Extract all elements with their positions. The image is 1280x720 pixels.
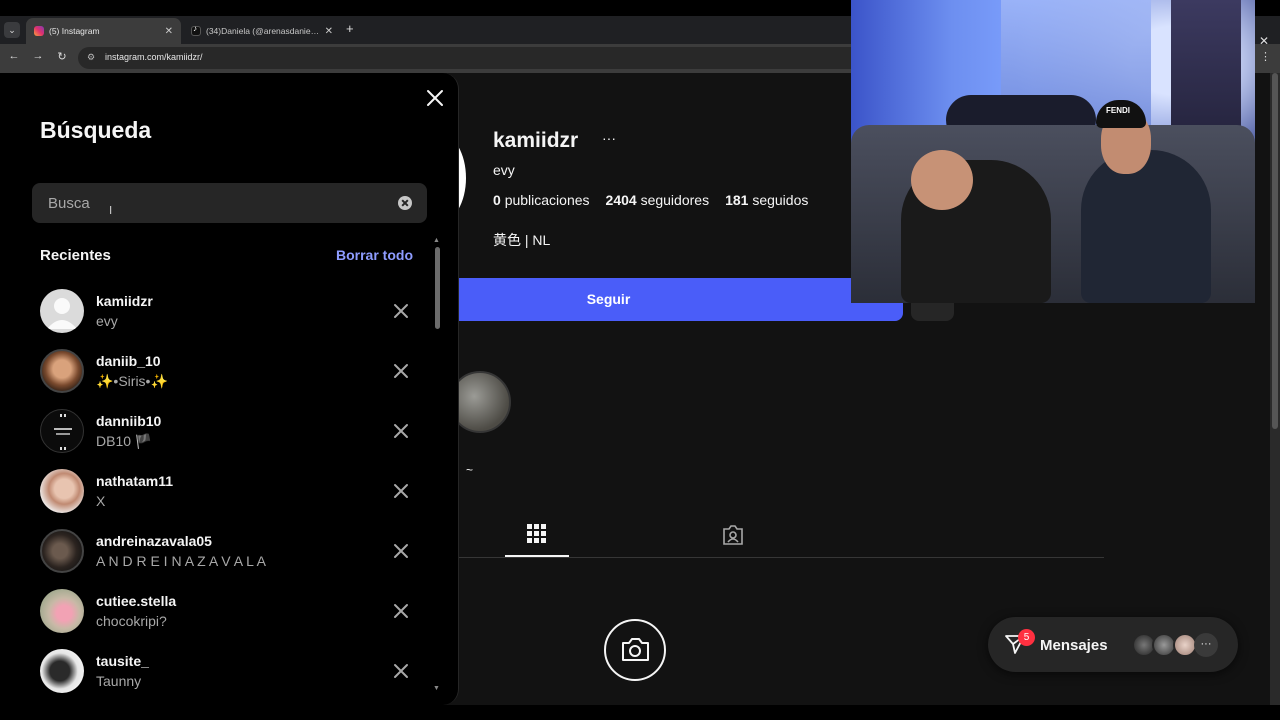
url-text[interactable]: instagram.com/kamiidzr/ [105, 52, 203, 62]
remove-recent-icon[interactable] [393, 543, 409, 559]
recent-subtitle: A N D R E I N A Z A V A L A [96, 553, 266, 569]
more-conversations-icon: ··· [1194, 633, 1218, 657]
recent-item[interactable]: kamiidzr evy [0, 281, 430, 341]
avatar [40, 589, 84, 633]
clear-all-button[interactable]: Borrar todo [336, 247, 413, 263]
posts-stat: 0 publicaciones [493, 192, 590, 208]
forward-arrow-icon[interactable]: → [31, 50, 45, 62]
webcam-person-left-head [911, 150, 973, 210]
recents-scroll-thumb[interactable] [435, 247, 440, 329]
recent-subtitle: Taunny [96, 673, 142, 689]
avatar [40, 529, 84, 573]
text-cursor-icon: I [109, 204, 113, 217]
remove-recent-icon[interactable] [393, 363, 409, 379]
recents-heading: Recientes [40, 247, 111, 264]
recent-subtitle: evy [96, 313, 118, 329]
avatar [40, 469, 84, 513]
profile-username: kamiidzr [493, 129, 579, 152]
tagged-posts-icon[interactable] [722, 524, 744, 546]
following-count: 181 [725, 192, 749, 208]
back-arrow-icon[interactable]: ← [7, 50, 21, 62]
default-user-icon [47, 298, 77, 329]
active-tab-indicator [505, 555, 569, 557]
db10-logo-icon [54, 414, 72, 450]
search-panel-title: Búsqueda [40, 117, 152, 143]
following-stat[interactable]: 181 seguidos [725, 192, 808, 208]
remove-recent-icon[interactable] [393, 483, 409, 499]
remove-recent-icon[interactable] [393, 663, 409, 679]
tab-close-icon[interactable]: ✕ [165, 26, 173, 37]
recent-subtitle: chocokripi? [96, 613, 167, 629]
recent-item[interactable]: andreinazavala05 A N D R E I N A Z A V A… [0, 521, 430, 581]
screen-bottom-bar [0, 705, 1280, 720]
tab-title: (34)Daniela (@arenasdanielab) [206, 26, 321, 36]
profile-stats: 0 publicaciones 2404 seguidores 181 segu… [493, 192, 824, 208]
instagram-favicon-icon [34, 26, 44, 36]
search-input[interactable] [32, 183, 427, 223]
search-panel: Búsqueda I Recientes Borrar todo kamiidz… [0, 73, 459, 705]
remove-recent-icon[interactable] [393, 303, 409, 319]
tab-close-icon[interactable]: ✕ [325, 26, 333, 37]
messages-label: Mensajes [1040, 637, 1108, 654]
recent-item[interactable]: nathatam11 X [0, 461, 430, 521]
recent-item[interactable]: daniib_10 ✨•Siris•✨ [0, 341, 430, 401]
close-icon[interactable] [426, 89, 444, 107]
recents-scrollbar[interactable]: ▲ ▼ [433, 237, 441, 695]
messages-pill[interactable]: 5 Mensajes ··· [988, 617, 1238, 672]
site-info-icon[interactable]: ⚙ [87, 52, 98, 63]
unread-messages-badge: 5 [1018, 629, 1035, 646]
profile-full-name: evy [493, 162, 515, 178]
recent-username: danniib10 [96, 413, 162, 429]
highlight-label: ~ [466, 463, 474, 477]
avatar [40, 349, 84, 393]
address-bar[interactable]: ⚙ instagram.com/kamiidzr/ [78, 47, 878, 69]
scroll-up-icon[interactable]: ▲ [433, 237, 440, 244]
recent-username: kamiidzr [96, 293, 153, 309]
recent-subtitle: X [96, 493, 106, 509]
followers-stat[interactable]: 2404 seguidores [606, 192, 710, 208]
browser-menu-icon[interactable]: ⋮ [1260, 50, 1271, 63]
no-posts-camera [604, 619, 666, 681]
tab-tiktok[interactable]: (34)Daniela (@arenasdanielab) ✕ [183, 18, 341, 44]
camera-icon [622, 638, 649, 661]
page-scrollbar[interactable] [1270, 73, 1280, 705]
recent-item[interactable]: tausite_ Taunny [0, 641, 430, 701]
avatar [40, 409, 84, 453]
followers-count: 2404 [605, 192, 637, 208]
new-tab-plus-icon[interactable]: + [346, 21, 354, 36]
remove-recent-icon[interactable] [393, 423, 409, 439]
tab-title: (5) Instagram [49, 26, 100, 36]
remove-recent-icon[interactable] [393, 603, 409, 619]
tab-instagram[interactable]: (5) Instagram ✕ [26, 18, 181, 44]
more-options-icon[interactable]: ··· [602, 130, 616, 146]
clear-search-icon[interactable] [398, 196, 412, 210]
recent-subtitle: ✨•Siris•✨ [96, 373, 168, 389]
recent-item[interactable]: danniib10 DB10 🏴 [0, 401, 430, 461]
webcam-overlay: FENDI [851, 0, 1255, 303]
scroll-down-icon[interactable]: ▼ [433, 685, 440, 692]
page-scroll-thumb[interactable] [1272, 73, 1278, 429]
recent-searches-list: kamiidzr evy daniib_10 ✨•Siris•✨ danniib… [0, 281, 430, 701]
posts-grid-icon[interactable] [527, 524, 546, 543]
avatar [40, 649, 84, 693]
posts-label: publicaciones [504, 192, 590, 208]
profile-bio: 黄色 | NL [493, 232, 551, 248]
following-label: seguidos [752, 192, 809, 208]
webcam-cap-text: FENDI [1106, 106, 1130, 115]
recent-username: cutiee.stella [96, 593, 177, 609]
posts-count: 0 [493, 192, 501, 208]
avatar [40, 289, 84, 333]
tab-search-icon[interactable]: ⌄ [4, 22, 20, 38]
reload-icon[interactable]: ↻ [55, 50, 69, 63]
followers-label: seguidores [640, 192, 710, 208]
recent-username: nathatam11 [96, 473, 174, 489]
recent-username: daniib_10 [96, 353, 161, 369]
recent-username: tausite_ [96, 653, 149, 669]
recent-item[interactable]: cutiee.stella chocokripi? [0, 581, 430, 641]
tiktok-favicon-icon [191, 24, 201, 36]
recent-subtitle: DB10 🏴 [96, 433, 153, 449]
recent-username: andreinazavala05 [96, 533, 212, 549]
webcam-person-right [1081, 150, 1211, 303]
